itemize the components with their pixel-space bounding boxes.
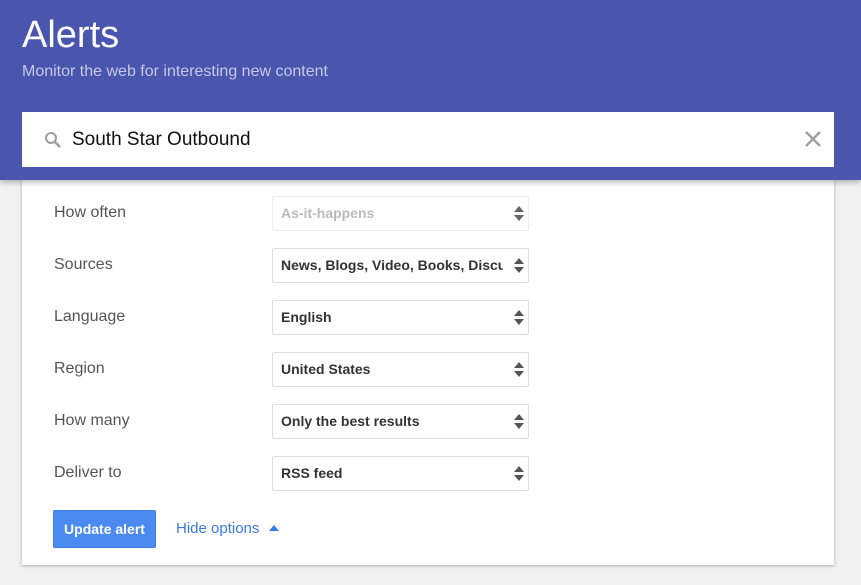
select-value: RSS feed xyxy=(281,465,343,481)
caret-up-icon xyxy=(269,525,280,531)
select-value: Only the best results xyxy=(281,413,420,429)
option-row-how-many: How many Only the best results xyxy=(22,404,834,439)
option-label: Language xyxy=(54,308,126,325)
search-input[interactable]: South Star Outbound xyxy=(72,112,251,167)
page-title: Alerts xyxy=(22,14,120,56)
option-row-sources: Sources News, Blogs, Video, Books, Discu… xyxy=(22,248,834,283)
option-label: Sources xyxy=(54,256,113,273)
search-icon xyxy=(45,132,61,148)
page-subtitle: Monitor the web for interesting new cont… xyxy=(22,63,328,80)
select-arrows-icon xyxy=(512,414,524,430)
update-alert-button[interactable]: Update alert xyxy=(53,510,156,548)
option-label: How many xyxy=(54,412,130,429)
header: Alerts Monitor the web for interesting n… xyxy=(0,0,861,180)
select-value: As-it-happens xyxy=(281,205,375,221)
select-value: United States xyxy=(281,361,371,377)
select-value: English xyxy=(281,309,332,325)
language-select[interactable]: English xyxy=(272,300,529,335)
close-icon[interactable] xyxy=(802,128,824,150)
option-label: How often xyxy=(54,204,127,221)
how-often-select[interactable]: As-it-happens xyxy=(272,196,529,231)
select-arrows-icon xyxy=(512,206,524,222)
select-value: News, Blogs, Video, Books, Discussions xyxy=(281,257,503,273)
option-row-language: Language English xyxy=(22,300,834,335)
option-label: Deliver to xyxy=(54,464,122,481)
search-bar: South Star Outbound xyxy=(22,112,834,167)
select-arrows-icon xyxy=(512,362,524,378)
select-arrows-icon xyxy=(512,258,524,274)
how-many-select[interactable]: Only the best results xyxy=(272,404,529,439)
select-arrows-icon xyxy=(512,310,524,326)
deliver-to-select[interactable]: RSS feed xyxy=(272,456,529,491)
option-row-deliver-to: Deliver to RSS feed xyxy=(22,456,834,491)
select-arrows-icon xyxy=(512,466,524,482)
options-card: How often As-it-happens Sources News, Bl… xyxy=(22,170,834,565)
option-row-how-often: How often As-it-happens xyxy=(22,196,834,231)
region-select[interactable]: United States xyxy=(272,352,529,387)
hide-options-label: Hide options xyxy=(176,520,260,537)
option-row-region: Region United States xyxy=(22,352,834,387)
option-label: Region xyxy=(54,360,105,377)
sources-select[interactable]: News, Blogs, Video, Books, Discussions xyxy=(272,248,529,283)
hide-options-link[interactable]: Hide options xyxy=(176,510,280,548)
